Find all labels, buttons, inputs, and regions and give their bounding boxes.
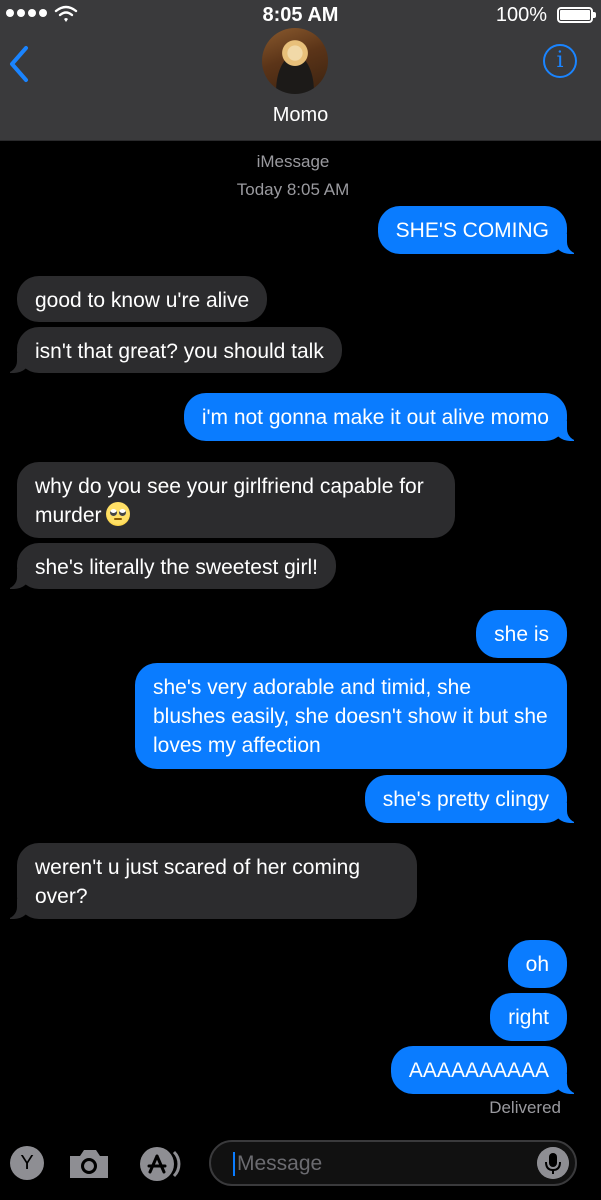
message-bubble-outgoing[interactable]: she is xyxy=(476,610,567,658)
message-placeholder: Message xyxy=(237,1152,323,1175)
service-label: iMessage xyxy=(256,152,330,171)
message-text: AAAAAAAAAA xyxy=(408,1059,549,1082)
info-icon[interactable]: i xyxy=(543,44,577,78)
message-bubble-incoming[interactable]: weren't u just scared of her coming over… xyxy=(3,843,417,919)
message-bubble-outgoing[interactable]: i'm not gonna make it out alive momo xyxy=(183,393,582,441)
message-bubble-outgoing[interactable]: SHE'S COMING xyxy=(377,206,582,254)
message-text: right xyxy=(508,1006,549,1029)
thread-timestamp: Today 8:05 AM xyxy=(236,180,350,199)
message-input[interactable]: Message xyxy=(209,1140,577,1186)
app-drawer-button[interactable]: Y xyxy=(10,1146,44,1180)
text-cursor xyxy=(233,1152,235,1176)
contact-name[interactable]: Momo xyxy=(0,104,601,127)
rolling-eyes-emoji-icon xyxy=(105,502,130,526)
message-bubble-outgoing[interactable]: she's very adorable and timid, she blush… xyxy=(135,663,567,769)
message-text: why do you see your girlfriend capable f… xyxy=(35,475,424,527)
message-bubble-outgoing[interactable]: right xyxy=(490,993,567,1041)
status-bar: 8:05 AM 100% xyxy=(0,0,601,30)
message-text: oh xyxy=(525,953,549,976)
message-bubble-incoming[interactable]: good to know u're alive xyxy=(17,276,268,322)
message-text: she's very adorable and timid, she blush… xyxy=(153,676,548,757)
back-chevron-icon[interactable] xyxy=(4,44,34,84)
message-text: weren't u just scared of her coming over… xyxy=(35,856,360,908)
message-text: i'm not gonna make it out alive momo xyxy=(201,406,549,429)
message-bubble-outgoing[interactable]: AAAAAAAAAA xyxy=(390,1046,582,1094)
message-bubble-incoming[interactable]: why do you see your girlfriend capable f… xyxy=(17,462,455,538)
battery-icon xyxy=(557,7,596,23)
message-text: isn't that great? you should talk xyxy=(35,340,324,363)
delivered-status: Delivered xyxy=(489,1098,561,1117)
message-text: good to know u're alive xyxy=(35,289,250,312)
battery-percentage: 100% xyxy=(495,4,547,26)
message-text: she is xyxy=(494,623,549,646)
message-bubble-outgoing[interactable]: she's pretty clingy xyxy=(364,775,582,823)
message-input-bar: Y Message xyxy=(0,1126,601,1200)
conversation-header: 8:05 AM 100% Momo i xyxy=(0,0,601,141)
message-text: she's pretty clingy xyxy=(382,788,549,811)
microphone-icon[interactable] xyxy=(537,1147,569,1179)
message-bubble-outgoing[interactable]: oh xyxy=(507,940,567,988)
message-bubble-incoming[interactable]: isn't that great? you should talk xyxy=(3,327,342,373)
app-store-icon[interactable] xyxy=(137,1144,185,1184)
message-text: SHE'S COMING xyxy=(395,219,549,242)
contact-avatar[interactable] xyxy=(262,28,328,94)
camera-icon[interactable] xyxy=(66,1146,112,1182)
message-bubble-incoming[interactable]: she's literally the sweetest girl! xyxy=(3,543,336,589)
message-text: she's literally the sweetest girl! xyxy=(35,556,318,579)
